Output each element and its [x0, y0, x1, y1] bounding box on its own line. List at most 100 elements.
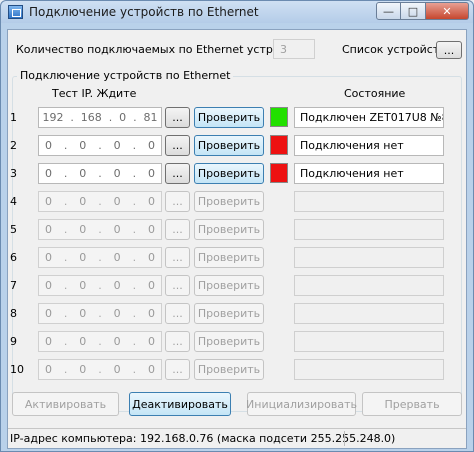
- ip-octet[interactable]: 0: [79, 195, 86, 208]
- ip-octet[interactable]: 0: [114, 251, 121, 264]
- device-list-button[interactable]: ...: [436, 41, 462, 59]
- ip-octet[interactable]: 0: [148, 307, 155, 320]
- ip-address-input[interactable]: 0. 0. 0. 0: [38, 359, 162, 380]
- ip-octet[interactable]: 0: [114, 279, 121, 292]
- ip-address-input[interactable]: 0. 0. 0. 0: [38, 135, 162, 156]
- ip-octet[interactable]: 0: [79, 363, 86, 376]
- ip-octet[interactable]: 0: [148, 335, 155, 348]
- ip-column-header: Тест IP. Ждите: [52, 87, 137, 100]
- ip-octet[interactable]: 0: [114, 307, 121, 320]
- ip-address-input[interactable]: 0. 0. 0. 0: [38, 303, 162, 324]
- ip-octet[interactable]: 192: [42, 111, 63, 124]
- ip-octet[interactable]: 0: [45, 251, 52, 264]
- ip-octet[interactable]: 0: [148, 167, 155, 180]
- ip-octet[interactable]: 0: [148, 139, 155, 152]
- activate-button[interactable]: Активировать: [12, 392, 119, 416]
- ip-dot: .: [63, 251, 68, 264]
- ip-dot: .: [98, 307, 102, 320]
- ip-octet[interactable]: 0: [114, 167, 121, 180]
- ip-dot: .: [132, 307, 137, 320]
- ip-octet[interactable]: 0: [45, 223, 52, 236]
- ip-address-input[interactable]: 0. 0. 0. 0: [38, 191, 162, 212]
- abort-button[interactable]: Прервать: [362, 392, 462, 416]
- ip-octet[interactable]: 0: [148, 223, 155, 236]
- connection-indicator: [270, 107, 288, 127]
- ip-browse-button[interactable]: ...: [165, 303, 190, 324]
- ip-address-input[interactable]: 0. 0. 0. 0: [38, 163, 162, 184]
- ip-octet[interactable]: 0: [79, 279, 86, 292]
- check-button[interactable]: Проверить: [194, 303, 264, 324]
- check-button[interactable]: Проверить: [194, 163, 264, 184]
- ip-browse-button[interactable]: ...: [165, 247, 190, 268]
- check-button[interactable]: Проверить: [194, 331, 264, 352]
- ip-octet[interactable]: 0: [119, 111, 126, 124]
- check-button[interactable]: Проверить: [194, 107, 264, 128]
- ip-octet[interactable]: 0: [45, 139, 52, 152]
- initialize-button[interactable]: Инициализировать: [246, 392, 357, 416]
- ip-browse-button[interactable]: ...: [165, 331, 190, 352]
- ip-dot: .: [63, 279, 68, 292]
- check-button[interactable]: Проверить: [194, 247, 264, 268]
- check-button[interactable]: Проверить: [194, 359, 264, 380]
- check-button[interactable]: Проверить: [194, 275, 264, 296]
- maximize-button[interactable]: □: [401, 2, 426, 20]
- ip-octet[interactable]: 0: [148, 363, 155, 376]
- ip-dot: .: [98, 335, 102, 348]
- connection-status-field: Подключения нет: [294, 135, 444, 156]
- ip-browse-button[interactable]: ...: [165, 219, 190, 240]
- ip-octet[interactable]: 168: [81, 111, 102, 124]
- ip-octet[interactable]: 0: [45, 279, 52, 292]
- ip-octet[interactable]: 0: [45, 167, 52, 180]
- ip-octet[interactable]: 81: [143, 111, 157, 124]
- check-button[interactable]: Проверить: [194, 219, 264, 240]
- device-row: 9 0. 0. 0. 0... Проверить: [8, 331, 468, 353]
- minimize-button[interactable]: —: [376, 2, 401, 20]
- title-bar[interactable]: Подключение устройств по Ethernet — □ ✕: [1, 1, 473, 23]
- ip-address-input[interactable]: 0. 0. 0. 0: [38, 219, 162, 240]
- ip-browse-button[interactable]: ...: [165, 163, 190, 184]
- ip-octet[interactable]: 0: [45, 307, 52, 320]
- ip-address-input[interactable]: 0. 0. 0. 0: [38, 275, 162, 296]
- ip-address-input[interactable]: 192. 168. 0. 81: [38, 107, 162, 128]
- row-number: 9: [10, 335, 17, 348]
- ip-browse-button[interactable]: ...: [165, 359, 190, 380]
- ip-browse-button[interactable]: ...: [165, 275, 190, 296]
- device-count-field[interactable]: 3: [273, 39, 315, 59]
- ip-octet[interactable]: 0: [79, 139, 86, 152]
- ip-octet[interactable]: 0: [148, 251, 155, 264]
- ip-octet[interactable]: 0: [45, 195, 52, 208]
- connection-status-field: Подключения нет: [294, 163, 444, 184]
- device-row: 5 0. 0. 0. 0... Проверить: [8, 219, 468, 241]
- row-number: 3: [10, 167, 17, 180]
- connection-indicator: [270, 135, 288, 155]
- ip-octet[interactable]: 0: [114, 335, 121, 348]
- ip-address-input[interactable]: 0. 0. 0. 0: [38, 331, 162, 352]
- ip-octet[interactable]: 0: [79, 223, 86, 236]
- status-separator: [344, 431, 345, 446]
- ip-octet[interactable]: 0: [114, 363, 121, 376]
- ip-browse-button[interactable]: ...: [165, 191, 190, 212]
- status-bar: IP-адрес компьютера: 192.168.0.76 (маска…: [8, 428, 466, 448]
- check-button[interactable]: Проверить: [194, 191, 264, 212]
- ip-octet[interactable]: 0: [79, 251, 86, 264]
- ip-dot: .: [98, 223, 102, 236]
- ip-dot: .: [132, 363, 137, 376]
- ip-octet[interactable]: 0: [79, 335, 86, 348]
- ip-octet[interactable]: 0: [45, 363, 52, 376]
- ip-octet[interactable]: 0: [148, 195, 155, 208]
- window-controls: — □ ✕: [376, 2, 469, 20]
- ip-octet[interactable]: 0: [114, 195, 121, 208]
- ip-browse-button[interactable]: ...: [165, 135, 190, 156]
- ip-octet[interactable]: 0: [45, 335, 52, 348]
- deactivate-button[interactable]: Деактивировать: [129, 392, 231, 416]
- ip-octet[interactable]: 0: [114, 223, 121, 236]
- device-row: 6 0. 0. 0. 0... Проверить: [8, 247, 468, 269]
- ip-octet[interactable]: 0: [79, 167, 86, 180]
- ip-address-input[interactable]: 0. 0. 0. 0: [38, 247, 162, 268]
- ip-browse-button[interactable]: ...: [165, 107, 190, 128]
- ip-octet[interactable]: 0: [79, 307, 86, 320]
- ip-octet[interactable]: 0: [114, 139, 121, 152]
- close-button[interactable]: ✕: [426, 2, 469, 20]
- check-button[interactable]: Проверить: [194, 135, 264, 156]
- ip-octet[interactable]: 0: [148, 279, 155, 292]
